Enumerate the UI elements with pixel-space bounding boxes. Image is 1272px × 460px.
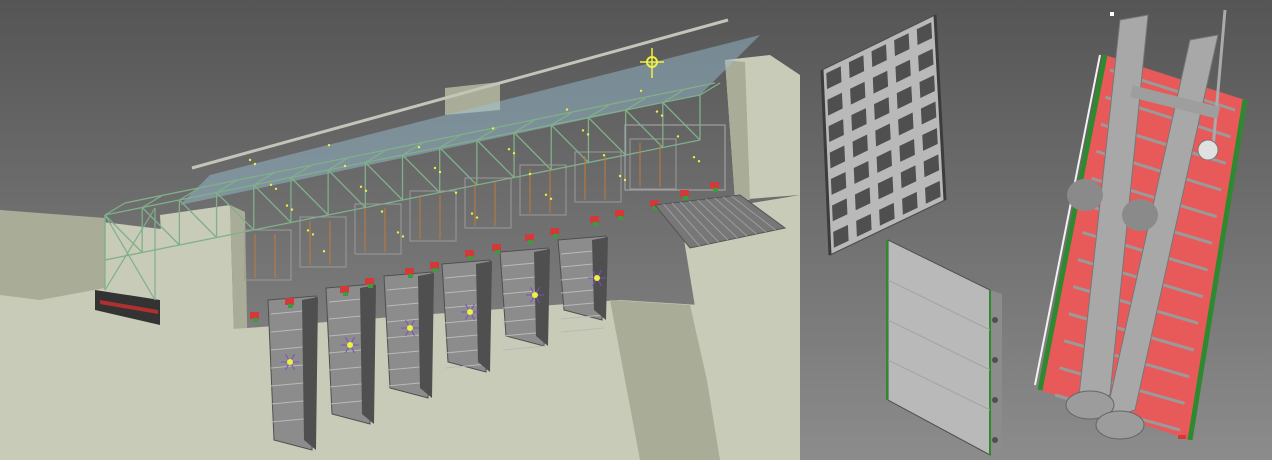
node-dot (454, 191, 458, 194)
hoist-motor-green (618, 216, 623, 220)
node-dot (544, 193, 548, 196)
node-dot (248, 158, 252, 162)
node-dot (290, 208, 294, 211)
node-dot (491, 127, 495, 130)
node-dot (528, 172, 532, 176)
node-dot (618, 174, 622, 178)
hoist-motor-green (408, 274, 413, 278)
node-dot (512, 152, 516, 155)
node-dot (676, 135, 680, 138)
cad-viewport[interactable] (0, 0, 1272, 460)
hoist-motor-red (680, 190, 689, 197)
frame-side-disc (1122, 199, 1158, 231)
node-dot (306, 229, 310, 232)
node-dot (396, 231, 400, 234)
node-dot (507, 148, 511, 151)
node-dot (285, 204, 289, 207)
node-dot (581, 129, 585, 132)
node-dot (364, 189, 368, 192)
hoist-motor-red (340, 286, 349, 293)
node-dot (655, 110, 659, 113)
plain-gate-roller (992, 397, 998, 403)
node-dot (343, 164, 347, 168)
node-dot (359, 185, 363, 188)
hoist-motor-green (468, 256, 473, 260)
hoist-motor-green (528, 240, 533, 244)
frame-trunnion-right (1095, 410, 1145, 440)
frame-white-marker (1110, 12, 1114, 16)
hoist-motor-red (710, 182, 719, 189)
hoist-motor-red (285, 298, 294, 305)
node-dot (697, 160, 701, 163)
hoist-motor-green (495, 250, 500, 254)
hoist-motor-red (550, 228, 559, 235)
hoist-motor-red (525, 234, 534, 241)
frame-side-disc (1067, 179, 1103, 211)
node-dot (322, 250, 326, 253)
marker-dot (287, 359, 293, 365)
hoist-motor-green (288, 304, 293, 308)
hoist-motor-red (615, 210, 624, 217)
hoist-motor-green (553, 234, 558, 238)
marker-dot (532, 292, 538, 298)
left-abutment-top (0, 210, 105, 300)
marker-dot (467, 309, 473, 315)
node-dot (475, 216, 479, 219)
frame-hoist-pulley (1197, 139, 1219, 161)
gate-pier-post (302, 297, 318, 450)
gate-pier-post (476, 261, 492, 372)
node-dot (311, 233, 315, 236)
node-dot (549, 197, 553, 200)
plain-gate-roller (992, 357, 998, 363)
hoist-motor-red (590, 216, 599, 223)
hoist-motor-green (593, 222, 598, 226)
marker-dot (594, 275, 600, 281)
hoist-motor-red (250, 312, 259, 319)
node-dot (623, 178, 627, 182)
hoist-motor-red (465, 250, 474, 257)
marker-dot (347, 342, 353, 348)
hoist-motor-green (683, 196, 688, 200)
node-dot (417, 146, 421, 149)
node-dot (433, 166, 437, 170)
hoist-motor-green (368, 284, 373, 288)
node-dot (438, 170, 442, 174)
node-dot (639, 89, 643, 93)
hoist-motor-green (343, 292, 348, 296)
node-dot (269, 183, 273, 186)
gate-pier-post (418, 273, 434, 398)
node-dot (565, 108, 569, 111)
plain-gate-roller (992, 437, 998, 443)
node-dot (692, 156, 696, 159)
hoist-motor-red (405, 268, 414, 275)
hoist-motor-green (253, 318, 258, 322)
hoist-motor-red (365, 278, 374, 285)
hoist-motor-red (492, 244, 501, 251)
plain-gate-roller (992, 317, 998, 323)
node-dot (470, 212, 474, 215)
hoist-motor-green (713, 188, 718, 192)
node-dot (660, 114, 664, 117)
node-dot (586, 133, 590, 136)
cad-scene[interactable] (0, 0, 1272, 460)
gate-pier-post (360, 285, 376, 424)
node-dot (602, 154, 606, 157)
node-dot (380, 210, 384, 213)
node-dot (401, 235, 405, 238)
plain-gate-edge (990, 290, 1002, 455)
node-dot (274, 187, 278, 190)
node-dot (327, 144, 331, 147)
hoist-motor-green (433, 268, 438, 272)
hoist-motor-red (430, 262, 439, 269)
marker-dot (407, 325, 413, 331)
frame-red-marker (1178, 435, 1186, 439)
node-dot (253, 162, 257, 166)
